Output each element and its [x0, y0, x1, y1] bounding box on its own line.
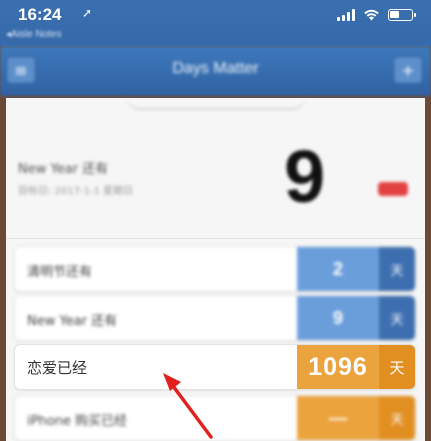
days-counter: 2 天: [297, 247, 415, 291]
signal-icon: [337, 8, 355, 21]
card-notch: [126, 96, 306, 110]
location-arrow-icon: ➚: [82, 6, 93, 20]
days-count: 1096: [297, 345, 379, 389]
status-bar: 16:24 ➚ ◂Aisle Notes: [0, 0, 431, 46]
list-item-love[interactable]: 恋爱已经 1096 天: [14, 344, 416, 390]
battery-icon: [388, 8, 416, 21]
featured-event-title: New Year 还有: [18, 162, 109, 177]
days-unit: 天: [379, 296, 415, 340]
list-item-label: iPhone 购买已经: [27, 414, 128, 429]
back-to-app-link[interactable]: ◂Aisle Notes: [6, 29, 62, 40]
events-card: New Year 还有 目标日: 2017-1-1 星期日 9 清明节还有 2 …: [6, 98, 425, 441]
days-unit: 天: [379, 396, 415, 440]
days-count: 2: [297, 247, 379, 291]
list-item[interactable]: 清明节还有 2 天: [14, 246, 416, 292]
days-unit: 天: [379, 247, 415, 291]
days-counter: 9 天: [297, 296, 415, 340]
status-time: 16:24: [18, 5, 62, 24]
days-counter: 1096 天: [297, 345, 415, 389]
list-item[interactable]: iPhone 购买已经 — 天: [14, 395, 416, 441]
list-item-label: 清明节还有: [27, 265, 93, 280]
featured-event-days: 9: [284, 135, 326, 218]
page-title: Days Matter: [172, 60, 259, 77]
add-button[interactable]: +: [393, 56, 423, 84]
list-item-label: New Year 还有: [27, 314, 118, 329]
wifi-icon: [364, 9, 379, 21]
featured-event[interactable]: New Year 还有 目标日: 2017-1-1 星期日 9: [6, 120, 425, 230]
days-counter: — 天: [297, 396, 415, 440]
plus-icon: +: [401, 60, 415, 80]
list-item-label: 恋爱已经: [27, 359, 88, 377]
featured-event-date: 目标日: 2017-1-1 星期日: [18, 186, 134, 197]
list-item[interactable]: New Year 还有 9 天: [14, 295, 416, 341]
featured-event-badge: [378, 182, 408, 196]
days-unit: 天: [379, 345, 415, 389]
days-count: —: [297, 396, 379, 440]
days-count: 9: [297, 296, 379, 340]
divider: [6, 238, 425, 239]
nav-bar: ≡ Days Matter +: [0, 46, 431, 96]
